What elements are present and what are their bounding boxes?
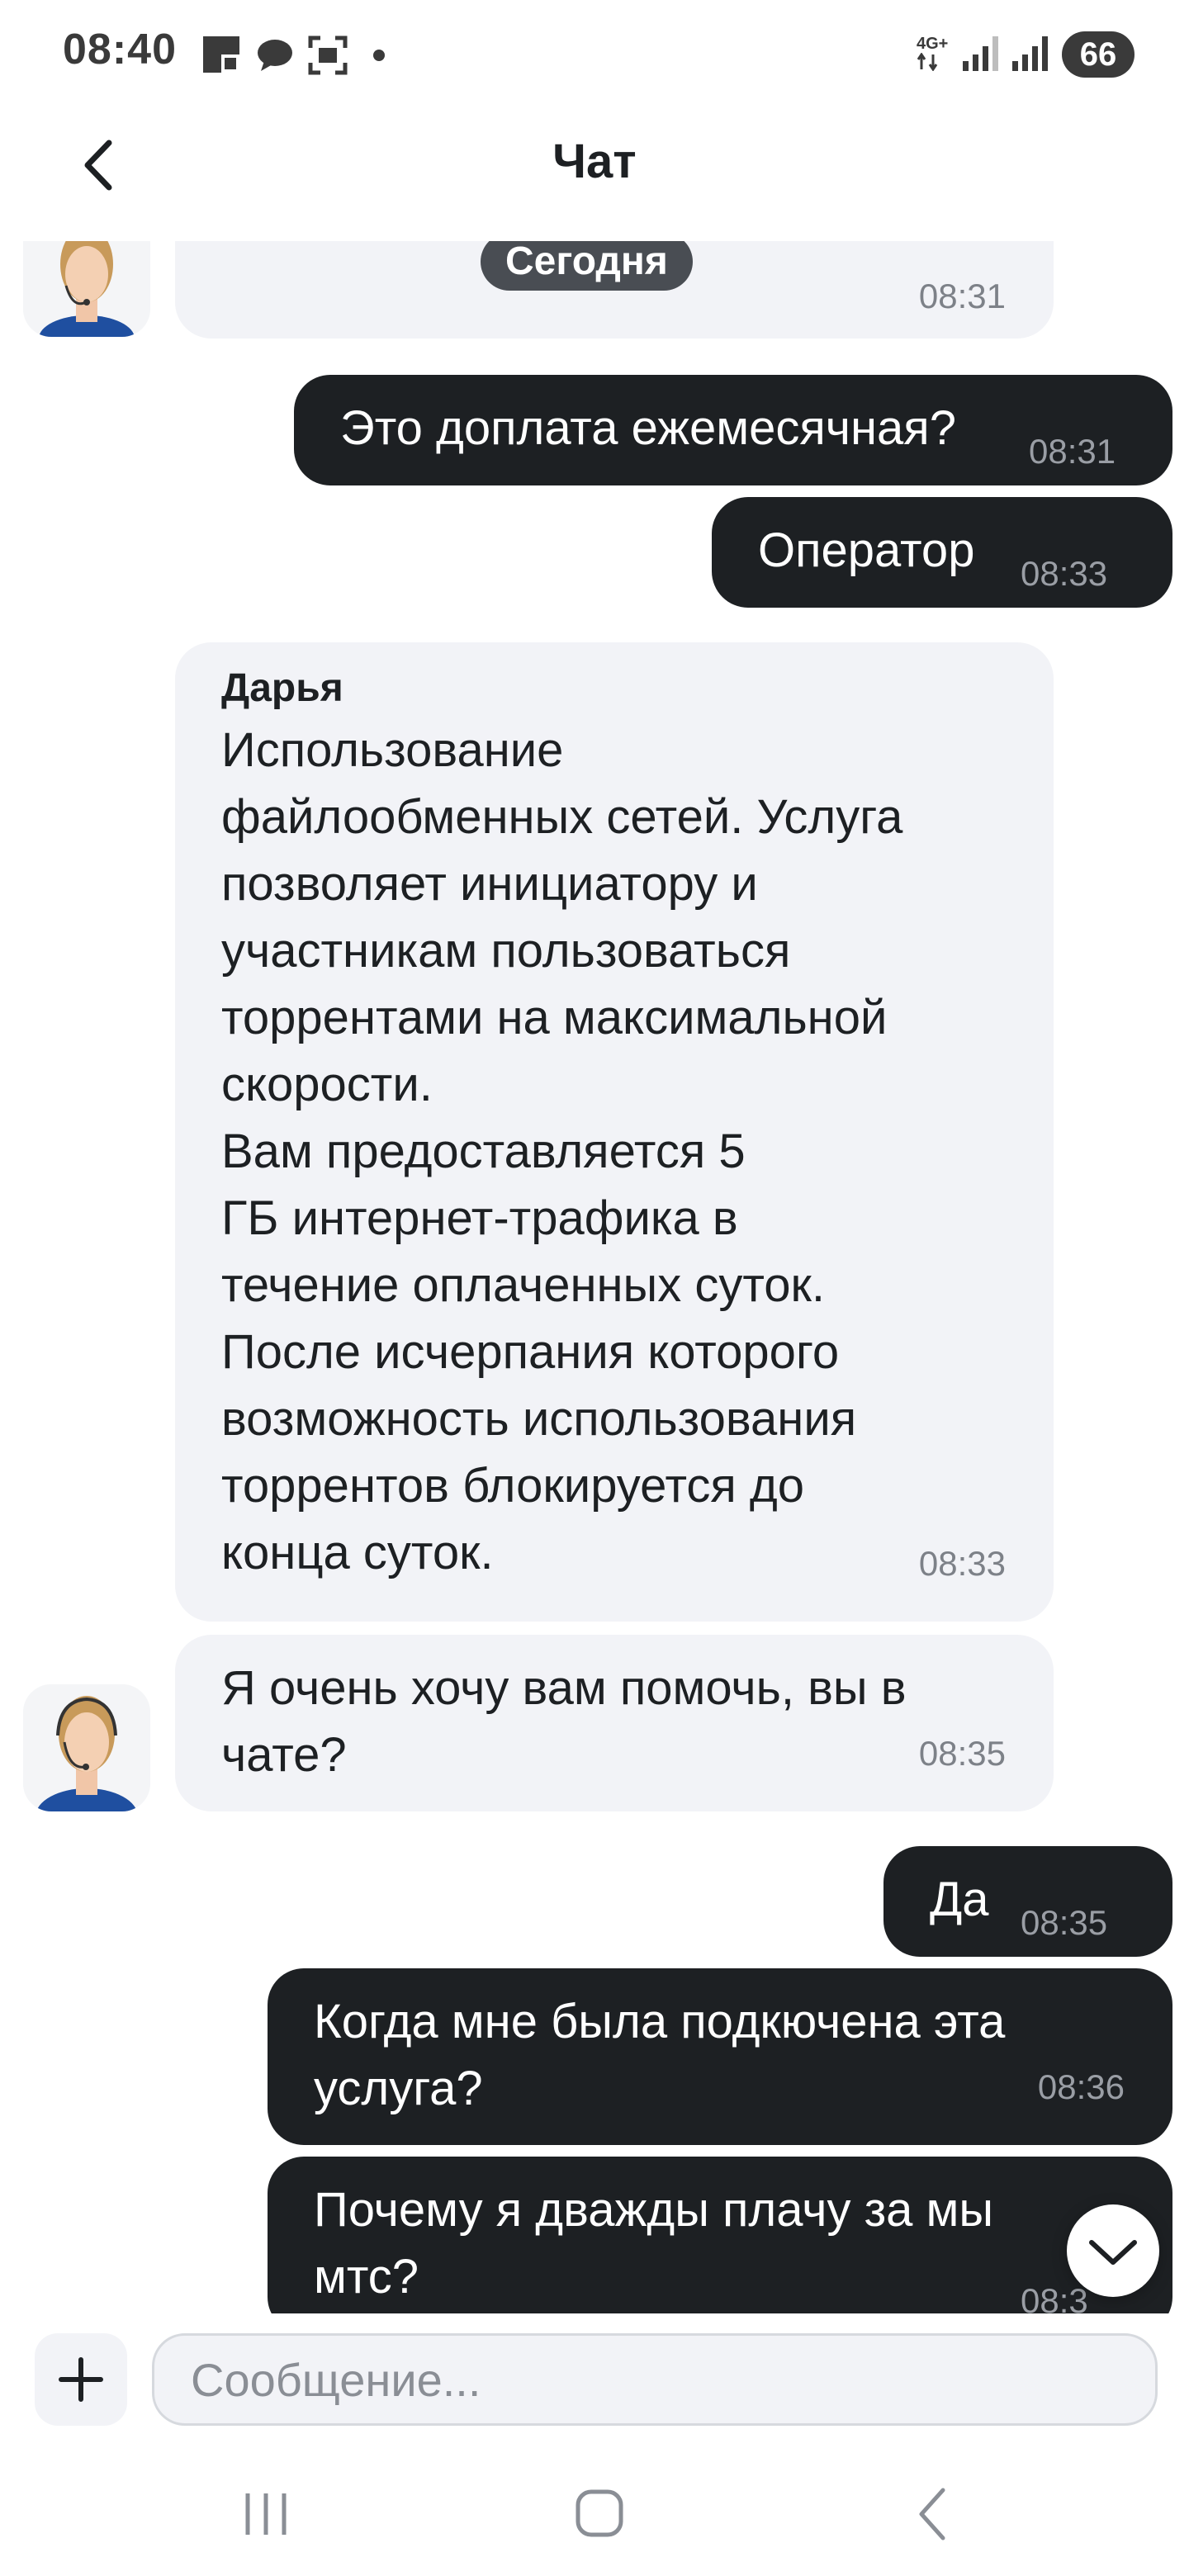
operator-name: Дарья <box>221 666 343 710</box>
message-text: Я очень хочу вам помочь, вы в чате? <box>221 1655 907 1788</box>
recent-apps-button[interactable] <box>208 2469 324 2559</box>
home-button[interactable] <box>542 2469 657 2559</box>
operator-avatar <box>23 241 150 337</box>
attach-button[interactable] <box>35 2333 127 2426</box>
back-arrow-icon <box>919 2488 945 2540</box>
mts-logo-icon <box>203 36 239 77</box>
message-line: файлообменных сетей. Услуга <box>221 790 903 844</box>
message-bubble-user: Оператор 08:33 <box>712 497 1172 608</box>
recent-apps-icon <box>245 2493 287 2535</box>
message-time: 08:33 <box>1021 554 1108 593</box>
signal-strength-icon-1 <box>961 33 1001 77</box>
battery-level: 66 <box>1079 36 1117 73</box>
message-text: Почему я дважды плачу за мы мтс? <box>314 2176 993 2310</box>
message-line: торрентами на максимальной <box>221 991 888 1044</box>
message-line: течение оплаченных суток. <box>221 1258 826 1312</box>
message-bubble-user: Да 08:35 <box>883 1846 1172 1957</box>
message-bubble-operator: Дарья Использование файлообменных сетей.… <box>175 642 1054 1622</box>
message-time: 08:31 <box>918 277 1006 315</box>
scroll-to-bottom-button[interactable] <box>1067 2204 1159 2297</box>
message-line: Вам предоставляется 5 <box>221 1125 746 1178</box>
date-separator: Сегодня <box>481 241 693 291</box>
message-time: 08:33 <box>918 1544 1006 1583</box>
page-title: Чат <box>552 135 637 188</box>
message-time: 08:36 <box>1037 2067 1125 2106</box>
message-text: Когда мне была подкючена эта услуга? <box>314 1988 1005 2122</box>
message-text: Это доплата ежемесячная? <box>340 401 956 455</box>
message-time: 08:31 <box>1029 432 1116 471</box>
status-time: 08:40 <box>63 26 177 73</box>
message-bubble-user: Когда мне была подкючена эта услуга? 08:… <box>268 1968 1172 2145</box>
message-line: позволяет инициатору и <box>221 857 758 911</box>
network-type-label: 4G+ <box>917 35 949 53</box>
message-line: возможность использования <box>221 1392 857 1446</box>
message-line: Когда мне была подкючена эта <box>314 1995 1006 2048</box>
message-time: 08:35 <box>918 1734 1006 1773</box>
message-bubble-operator: Я очень хочу вам помочь, вы в чате? 08:3… <box>175 1635 1054 1811</box>
message-line: Я очень хочу вам помочь, вы в <box>221 1661 907 1715</box>
chat-message-list[interactable]: Сегодня 08:31 Это доплата ежемесячная? 0… <box>0 241 1189 2313</box>
message-line: После исчерпания которого <box>221 1325 840 1379</box>
status-bar: 08:40 4G+ 66 <box>0 0 1189 107</box>
message-input[interactable] <box>152 2333 1158 2426</box>
nav-back-button[interactable] <box>875 2469 991 2559</box>
message-line: Использование <box>221 723 564 777</box>
chat-notification-icon <box>256 38 294 77</box>
message-text: Использование файлообменных сетей. Услуг… <box>221 717 902 1586</box>
message-line: ГБ интернет-трафика в <box>221 1191 738 1245</box>
message-line: мтс? <box>314 2250 419 2304</box>
message-line: торрентов блокируется до <box>221 1459 805 1513</box>
message-bubble-user: Это доплата ежемесячная? 08:31 <box>294 375 1172 485</box>
message-time: 08:35 <box>1021 1903 1108 1942</box>
screenshot-icon <box>307 35 348 80</box>
data-arrows-icon <box>917 52 940 75</box>
message-text: Да <box>930 1873 989 1926</box>
home-icon <box>576 2489 623 2537</box>
message-line: скорости. <box>221 1058 433 1111</box>
message-line: конца суток. <box>221 1526 494 1579</box>
message-text: Оператор <box>758 523 975 577</box>
plus-icon <box>59 2357 103 2402</box>
message-line: Почему я дважды плачу за мы <box>314 2183 994 2237</box>
chevron-down-icon <box>1089 2240 1137 2265</box>
message-line: услуга? <box>314 2062 483 2115</box>
message-line: чате? <box>221 1728 347 1782</box>
more-notifications-dot <box>373 50 385 61</box>
message-line: участникам пользоваться <box>221 924 791 978</box>
message-bubble-operator: Сегодня 08:31 <box>175 241 1054 339</box>
operator-avatar <box>23 1684 150 1811</box>
signal-strength-icon-2 <box>1011 33 1050 77</box>
message-bubble-user: Почему я дважды плачу за мы мтс? 08:3 <box>268 2157 1172 2313</box>
battery-icon: 66 <box>1062 31 1135 78</box>
